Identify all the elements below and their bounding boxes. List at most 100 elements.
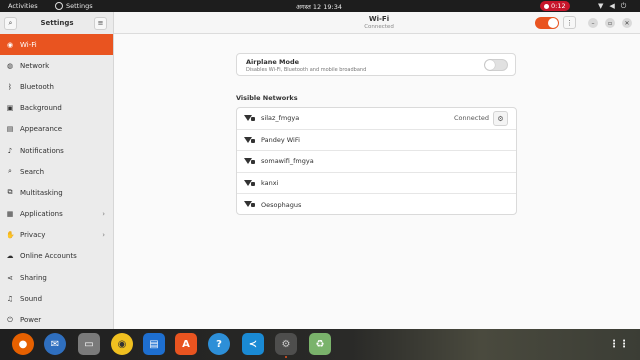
sidebar-item-sound[interactable]: ♫ Sound xyxy=(0,288,113,309)
lock-icon xyxy=(251,117,255,121)
bell-icon: ♪ xyxy=(7,146,13,155)
share-icon: ⋖ xyxy=(7,273,13,282)
maximize-button[interactable]: ▫ xyxy=(605,18,615,28)
airplane-mode-row: Airplane Mode Disables Wi-Fi, Bluetooth … xyxy=(236,53,516,76)
network-row[interactable]: somawifi_fmgya xyxy=(237,151,516,173)
panel-subtitle: Connected xyxy=(364,24,394,30)
sidebar-item-label: Power xyxy=(20,316,42,325)
volume-icon: ◀ xyxy=(609,2,615,10)
sidebar-item-label: Notifications xyxy=(20,146,64,155)
sidebar-item-power[interactable]: ⏻ Power xyxy=(0,309,113,330)
grid-icon: ▦ xyxy=(6,210,14,219)
kebab-icon: ⋮ xyxy=(566,18,573,27)
sidebar-item-multitasking[interactable]: ⧉ Multitasking xyxy=(0,182,113,203)
wifi-toggle[interactable] xyxy=(535,17,559,29)
sidebar-item-label: Privacy xyxy=(20,231,46,240)
network-row[interactable]: Oesophagus xyxy=(237,194,516,214)
screen-recording-indicator[interactable]: 0:12 xyxy=(540,1,570,11)
sidebar-item-label: Wi-Fi xyxy=(20,40,37,49)
close-button[interactable]: ✕ xyxy=(622,18,632,28)
recording-time: 0:12 xyxy=(551,2,566,10)
software-icon[interactable]: A xyxy=(175,333,197,355)
record-icon xyxy=(544,3,549,9)
minimize-button[interactable]: – xyxy=(588,18,598,28)
lock-icon xyxy=(251,160,255,164)
sidebar-item-label: Applications xyxy=(20,210,63,219)
gear-icon: ⚙ xyxy=(497,114,504,123)
appearance-icon: ▤ xyxy=(6,125,14,134)
more-options-button[interactable]: ⋮ xyxy=(563,16,576,29)
app-menu[interactable]: Settings xyxy=(55,2,93,10)
airplane-mode-subtitle: Disables Wi-Fi, Bluetooth and mobile bro… xyxy=(246,67,367,73)
network-name: Pandey WiFi xyxy=(261,135,300,144)
sidebar-item-label: Background xyxy=(20,104,62,113)
music-icon: ♫ xyxy=(6,294,14,303)
sidebar-item-background[interactable]: ▣ Background xyxy=(0,98,113,119)
sidebar-item-bluetooth[interactable]: ᛒ Bluetooth xyxy=(0,76,113,97)
panel-title-box: Wi-Fi Connected xyxy=(334,15,424,30)
rhythmbox-icon[interactable]: ◉ xyxy=(111,333,133,355)
visible-networks-label: Visible Networks xyxy=(236,94,298,102)
network-row[interactable]: silaz_fmgya Connected ⚙ xyxy=(237,108,516,130)
sidebar-item-sharing[interactable]: ⋖ Sharing xyxy=(0,267,113,288)
hand-icon: ✋ xyxy=(6,231,15,240)
sidebar-item-applications[interactable]: ▦ Applications › xyxy=(0,204,113,225)
network-settings-button[interactable]: ⚙ xyxy=(493,111,508,126)
cloud-icon: ☁ xyxy=(6,252,14,261)
sidebar-item-label: Multitasking xyxy=(20,188,63,197)
system-tray[interactable]: ▼ ◀ ⏻ xyxy=(598,2,626,10)
network-name: kanxi xyxy=(261,178,279,187)
sidebar-item-label: Sound xyxy=(20,294,43,303)
trash-icon[interactable]: ♻ xyxy=(309,333,331,355)
settings-icon[interactable]: ⚙ xyxy=(275,333,297,358)
wifi-icon: ◉ xyxy=(6,40,14,49)
thunderbird-icon[interactable]: ✉ xyxy=(44,333,66,355)
hamburger-icon: ≡ xyxy=(97,19,104,27)
sidebar-item-label: Bluetooth xyxy=(20,82,54,91)
lock-icon xyxy=(251,203,255,207)
bluetooth-icon: ᛒ xyxy=(7,82,13,91)
files-icon[interactable]: ▭ xyxy=(78,333,100,355)
sidebar-item-wifi[interactable]: ◉ Wi-Fi xyxy=(0,34,113,56)
background-icon: ▣ xyxy=(6,104,14,113)
sidebar-item-label: Online Accounts xyxy=(20,252,77,261)
vscode-icon[interactable]: ≺ xyxy=(242,333,264,355)
sidebar-item-label: Appearance xyxy=(20,125,63,134)
help-icon[interactable]: ? xyxy=(208,333,230,355)
writer-icon[interactable]: ▤ xyxy=(143,333,165,355)
sidebar-item-privacy[interactable]: ✋ Privacy › xyxy=(0,225,113,246)
settings-nav: ◉ Wi-Fi ◍ Network ᛒ Bluetooth ▣ Background ▤… xyxy=(0,34,113,331)
toggle-knob xyxy=(485,60,495,70)
sidebar-item-search[interactable]: ⌕ Search xyxy=(0,161,113,182)
show-apps-icon[interactable]: ⋮⋮ xyxy=(608,333,630,355)
running-indicator xyxy=(285,356,287,358)
sidebar: ⌕ Settings ≡ ◉ Wi-Fi ◍ Network ᛒ Bluetooth … xyxy=(0,12,114,329)
search-icon: ⌕ xyxy=(8,167,12,176)
dock: ● ✉ ▭ ◉ ▤ A ? ≺ ⚙ ♻ ⋮⋮ xyxy=(0,329,640,360)
sidebar-item-network[interactable]: ◍ Network xyxy=(0,55,113,76)
app-menu-label: Settings xyxy=(66,2,93,10)
menu-button[interactable]: ≡ xyxy=(94,16,107,30)
network-row[interactable]: kanxi xyxy=(237,173,516,194)
chevron-right-icon: › xyxy=(102,231,105,240)
airplane-mode-title: Airplane Mode xyxy=(246,58,300,66)
settings-window: ⌕ Settings ≡ ◉ Wi-Fi ◍ Network ᛒ Bluetooth … xyxy=(0,12,640,329)
firefox-icon[interactable]: ● xyxy=(12,333,34,355)
sidebar-item-notifications[interactable]: ♪ Notifications xyxy=(0,140,113,161)
sidebar-item-online-accounts[interactable]: ☁ Online Accounts xyxy=(0,246,113,267)
network-icon: ◍ xyxy=(6,61,14,70)
maximize-icon: ▫ xyxy=(607,19,613,27)
sidebar-item-label: Search xyxy=(20,167,45,176)
network-row[interactable]: Pandey WiFi xyxy=(237,130,516,151)
toggle-knob xyxy=(548,18,558,28)
sidebar-item-appearance[interactable]: ▤ Appearance xyxy=(0,119,113,140)
activities-button[interactable]: Activities xyxy=(8,2,38,10)
minimize-icon: – xyxy=(591,19,595,27)
power-status-icon: ⏻ xyxy=(620,2,627,10)
panel-title: Wi-Fi xyxy=(368,15,390,23)
network-status: Connected xyxy=(454,114,490,123)
airplane-mode-toggle[interactable] xyxy=(484,59,508,71)
multitasking-icon: ⧉ xyxy=(7,188,13,197)
clock[interactable]: अगस्त 12 19:34 xyxy=(296,2,360,11)
top-bar: Activities Settings अगस्त 12 19:34 0:12 … xyxy=(0,0,640,12)
